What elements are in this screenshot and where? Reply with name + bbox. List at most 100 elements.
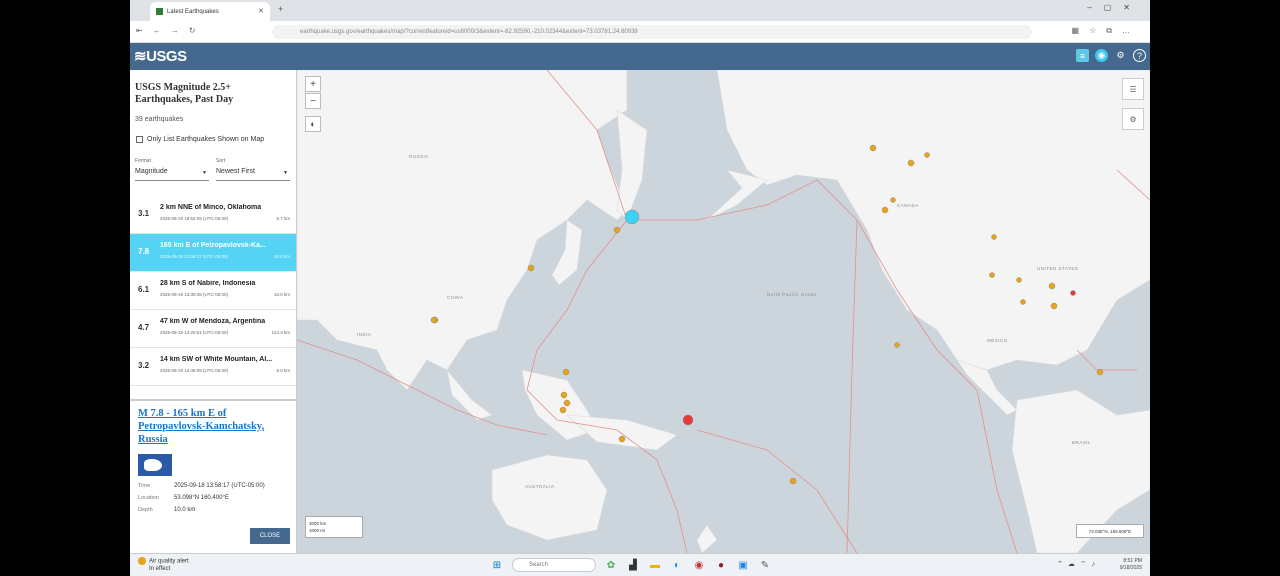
quake-marker[interactable] bbox=[1016, 277, 1022, 283]
file-explorer-icon[interactable]: ▬ bbox=[648, 558, 662, 572]
map-label: INDIA bbox=[357, 332, 372, 337]
usgs-logo[interactable]: ≋USGS bbox=[134, 47, 187, 65]
locate-icon[interactable]: ◐ bbox=[305, 116, 321, 132]
quake-marker[interactable] bbox=[907, 159, 915, 167]
list-item[interactable]: 6.1 28 km S of Nabire, Indonesia 2025-09… bbox=[130, 272, 296, 310]
help-icon[interactable]: ? bbox=[1133, 49, 1146, 62]
quake-marker[interactable] bbox=[1048, 282, 1056, 290]
zoom-in-button[interactable]: + bbox=[305, 76, 321, 92]
quake-marker-large[interactable] bbox=[682, 414, 694, 426]
store-icon[interactable]: ▣ bbox=[736, 558, 750, 572]
close-tab-icon[interactable]: ✕ bbox=[258, 7, 264, 15]
quake-marker[interactable] bbox=[527, 264, 535, 272]
map-label: AUSTRALIA bbox=[525, 484, 555, 489]
map-label: CHINA bbox=[447, 295, 464, 300]
list-item-selected[interactable]: 7.8 165 km E of Petropavlovsk-Ka... 2025… bbox=[130, 234, 296, 272]
quake-marker[interactable] bbox=[890, 197, 896, 203]
list-item[interactable]: 4.7 47 km W of Mendoza, Argentina 2025-0… bbox=[130, 310, 296, 348]
quake-marker[interactable] bbox=[563, 399, 571, 407]
toolbar-icons[interactable]: ▦☆⧉… bbox=[1072, 26, 1140, 36]
app-icon[interactable]: ✎ bbox=[758, 558, 772, 572]
widgets-icon[interactable]: ✿ bbox=[604, 558, 618, 572]
weather-widget[interactable]: Air quality alert In effect bbox=[138, 557, 189, 573]
depth-value: 10.0 km bbox=[174, 507, 196, 513]
quake-marker[interactable] bbox=[1070, 290, 1076, 296]
quake-marker[interactable] bbox=[430, 316, 438, 324]
tab-title: Latest Earthquakes bbox=[167, 8, 219, 15]
edge-browser-icon[interactable]: ◐ bbox=[670, 558, 684, 572]
depth-label: Depth bbox=[138, 507, 153, 513]
sort-select[interactable]: Newest First ▼ bbox=[216, 168, 290, 181]
quake-marker[interactable] bbox=[559, 406, 567, 414]
time-value: 2025-09-18 13:58:17 (UTC-05:00) bbox=[174, 483, 265, 489]
sort-label: Sort bbox=[216, 158, 226, 164]
map-label: BRASIL bbox=[1072, 440, 1092, 445]
new-tab-icon[interactable]: + bbox=[278, 4, 283, 14]
map-filter-checkbox[interactable]: Only List Earthquakes Shown on Map bbox=[136, 136, 264, 143]
app-icon[interactable]: ● bbox=[714, 558, 728, 572]
quake-marker[interactable] bbox=[881, 206, 889, 214]
browser-tab[interactable]: Latest Earthquakes ✕ bbox=[150, 2, 270, 21]
location-label: Location bbox=[138, 495, 159, 501]
taskbar-search-input[interactable]: Search bbox=[512, 558, 596, 572]
quake-marker[interactable] bbox=[894, 342, 900, 348]
quake-marker[interactable] bbox=[991, 234, 997, 240]
settings-icon[interactable]: ⚙ bbox=[1122, 108, 1144, 130]
format-select[interactable]: Magnitude ▼ bbox=[135, 168, 209, 181]
time-label: Time bbox=[138, 483, 151, 489]
chevron-down-icon: ▼ bbox=[202, 170, 207, 176]
coordinate-readout: 73.038°N, 159.609°E bbox=[1076, 524, 1144, 538]
app-icon[interactable]: ◉ bbox=[692, 558, 706, 572]
list-item[interactable]: 3.1 2 km NNE of Minco, Oklahoma 2025-09-… bbox=[130, 196, 296, 234]
close-button[interactable]: CLOSE bbox=[250, 528, 290, 544]
weather-alert-icon bbox=[138, 557, 146, 565]
map-label: UNITED STATES bbox=[1037, 266, 1079, 271]
windows-taskbar: Air quality alert In effect ⊞ Search ✿ ▟… bbox=[130, 553, 1150, 576]
layers-icon[interactable]: ☰ bbox=[1122, 78, 1144, 100]
location-value: 53.098°N 160.400°E bbox=[174, 495, 229, 501]
url-field[interactable]: earthquake.usgs.gov/earthquakes/map/?cur… bbox=[272, 25, 1032, 39]
quake-marker[interactable] bbox=[560, 391, 568, 399]
screen: Latest Earthquakes ✕ + –▢✕ ⇤←→↻ earthqua… bbox=[130, 0, 1150, 576]
quake-marker[interactable] bbox=[1050, 302, 1058, 310]
system-tray-icons[interactable]: ⌃☁⌔♪ bbox=[1057, 560, 1100, 569]
nav-buttons[interactable]: ⇤←→↻ bbox=[136, 26, 205, 35]
checkbox-icon[interactable] bbox=[136, 136, 143, 143]
address-bar-row: ⇤←→↻ earthquake.usgs.gov/earthquakes/map… bbox=[130, 21, 1150, 43]
list-icon[interactable]: ≡ bbox=[1076, 49, 1089, 62]
quake-marker[interactable] bbox=[562, 368, 570, 376]
clock[interactable]: 8:51 PM 9/18/2025 bbox=[1120, 558, 1142, 572]
windows-start-icon[interactable]: ⊞ bbox=[490, 558, 504, 572]
quake-marker[interactable] bbox=[869, 144, 877, 152]
scale-bar: 3000 km 1000 mi bbox=[305, 516, 363, 538]
quake-marker[interactable] bbox=[1096, 368, 1104, 376]
quake-marker[interactable] bbox=[618, 435, 626, 443]
globe-icon[interactable]: ◉ bbox=[1095, 49, 1108, 62]
list-item[interactable]: 3.2 14 km SW of White Mountain, Al... 20… bbox=[130, 348, 296, 386]
zoom-out-button[interactable]: − bbox=[305, 93, 321, 109]
quake-marker[interactable] bbox=[613, 226, 621, 234]
chevron-down-icon: ▼ bbox=[283, 170, 288, 176]
usgs-header: ≋USGS ≡ ◉ ⚙ ? bbox=[130, 43, 1150, 70]
earthquake-detail-popup: M 7.8 - 165 km E of Petropavlovsk-Kamcha… bbox=[130, 399, 296, 549]
window-controls[interactable]: –▢✕ bbox=[1087, 3, 1142, 12]
list-title: USGS Magnitude 2.5+ Earthquakes, Past Da… bbox=[135, 82, 234, 105]
map-label: CANADA bbox=[897, 203, 919, 208]
map-label: RUSSIA bbox=[409, 154, 429, 159]
map-thumbnail[interactable] bbox=[138, 454, 172, 476]
gear-icon[interactable]: ⚙ bbox=[1114, 49, 1127, 62]
quake-marker[interactable] bbox=[924, 152, 930, 158]
landmasses bbox=[297, 70, 1150, 553]
checkbox-label: Only List Earthquakes Shown on Map bbox=[147, 136, 265, 143]
detail-title-link[interactable]: M 7.8 - 165 km E of Petropavlovsk-Kamcha… bbox=[138, 407, 288, 446]
earthquake-list: 3.1 2 km NNE of Minco, Oklahoma 2025-09-… bbox=[130, 196, 296, 386]
usgs-favicon-icon bbox=[156, 8, 163, 15]
quake-marker[interactable] bbox=[1020, 299, 1026, 305]
quake-marker[interactable] bbox=[989, 272, 995, 278]
quake-marker-selected[interactable] bbox=[624, 209, 640, 225]
task-view-icon[interactable]: ▟ bbox=[626, 558, 640, 572]
quake-marker[interactable] bbox=[789, 477, 797, 485]
earthquake-map[interactable]: RUSSIA CHINA INDIA CANADA UNITED STATES … bbox=[297, 70, 1150, 553]
map-canvas[interactable] bbox=[297, 70, 1150, 553]
format-label: Format bbox=[135, 158, 151, 164]
